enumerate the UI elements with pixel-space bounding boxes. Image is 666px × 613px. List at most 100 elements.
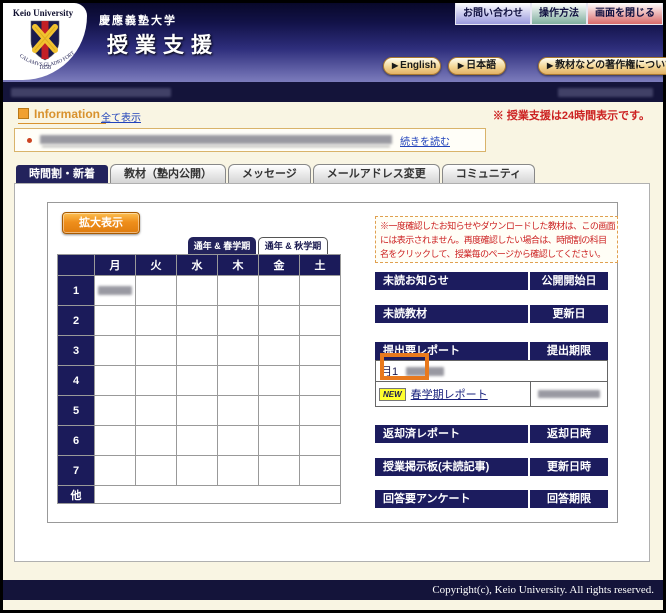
redacted-course-link[interactable] bbox=[98, 286, 132, 295]
empty-cell bbox=[218, 426, 259, 456]
redacted-deadline bbox=[538, 390, 600, 398]
timetable-row: 1 bbox=[58, 276, 341, 306]
other-label: 他 bbox=[58, 486, 95, 504]
triangle-icon: ▶ bbox=[392, 61, 398, 70]
timetable-row: 7 bbox=[58, 456, 341, 486]
empty-cell bbox=[95, 456, 136, 486]
period-label: 3 bbox=[58, 336, 95, 366]
information-heading: Information bbox=[18, 107, 106, 124]
empty-cell bbox=[177, 456, 218, 486]
tab-timetable-new[interactable]: 時間割・新着 bbox=[16, 165, 108, 184]
day-header: 土 bbox=[300, 255, 341, 276]
empty-cell bbox=[300, 276, 341, 306]
empty-cell bbox=[136, 456, 177, 486]
corner-cell bbox=[58, 255, 95, 276]
bullet-icon bbox=[27, 138, 32, 143]
empty-cell bbox=[300, 366, 341, 396]
empty-cell bbox=[259, 396, 300, 426]
empty-cell bbox=[300, 456, 341, 486]
empty-cell bbox=[95, 426, 136, 456]
day-header: 水 bbox=[177, 255, 218, 276]
empty-cell bbox=[177, 396, 218, 426]
triangle-icon: ▶ bbox=[547, 61, 553, 70]
keio-course-support-page: 慶應義塾大学 授業支援 Keio University 1858 CALAMVS… bbox=[0, 0, 666, 613]
report-due-row: NEW 春学期レポート bbox=[375, 381, 608, 407]
redacted-datetime bbox=[558, 88, 653, 97]
japanese-button[interactable]: ▶日本語 bbox=[448, 57, 506, 75]
timetable-row: 3 bbox=[58, 336, 341, 366]
redacted-news-title[interactable] bbox=[40, 135, 392, 146]
empty-cell bbox=[218, 366, 259, 396]
course-cell[interactable] bbox=[95, 276, 136, 306]
other-cell bbox=[95, 486, 341, 504]
empty-cell bbox=[95, 396, 136, 426]
materials-copyright-button[interactable]: ▶教材などの著作権について bbox=[538, 57, 666, 75]
empty-cell bbox=[95, 306, 136, 336]
24h-notice: ※ 授業支援は24時間表示です。 bbox=[493, 107, 650, 123]
period-label: 5 bbox=[58, 396, 95, 426]
period-label: 6 bbox=[58, 426, 95, 456]
tab-community[interactable]: コミュニティ bbox=[442, 164, 535, 184]
confirmation-notice-box: ※一度確認したお知らせやダウンロードした教材は、この画面 には表示されません。再… bbox=[375, 216, 618, 263]
information-item-box: 続きを読む bbox=[14, 128, 486, 152]
page-title: 授業支援 bbox=[107, 29, 219, 59]
weekly-timetable: 月 火 水 木 金 土 1 2 3 4 5 6 bbox=[57, 254, 341, 504]
section-returned-reports: 返却済レポート 返却日時 bbox=[375, 425, 608, 443]
period-label: 4 bbox=[58, 366, 95, 396]
empty-cell bbox=[177, 336, 218, 366]
svg-text:Keio University: Keio University bbox=[13, 8, 74, 18]
empty-cell bbox=[136, 396, 177, 426]
show-all-link[interactable]: 全て表示 bbox=[101, 109, 141, 124]
empty-cell bbox=[259, 276, 300, 306]
semester-tab-spring[interactable]: 通年 & 春学期 bbox=[188, 237, 256, 254]
empty-cell bbox=[218, 456, 259, 486]
empty-cell bbox=[95, 336, 136, 366]
empty-cell bbox=[177, 426, 218, 456]
empty-cell bbox=[136, 276, 177, 306]
empty-cell bbox=[95, 366, 136, 396]
tab-messages[interactable]: メッセージ bbox=[228, 164, 311, 184]
timetable-header-row: 月 火 水 木 金 土 bbox=[58, 255, 341, 276]
close-screen-button[interactable]: 画面を閉じる bbox=[587, 3, 663, 25]
empty-cell bbox=[136, 366, 177, 396]
period-label: 7 bbox=[58, 456, 95, 486]
empty-cell bbox=[177, 366, 218, 396]
section-unread-announcements: 未読お知らせ 公開開始日 bbox=[375, 272, 608, 290]
day-header: 月 bbox=[95, 255, 136, 276]
user-info-bar bbox=[3, 82, 663, 102]
orange-square-icon bbox=[18, 108, 29, 119]
empty-cell bbox=[136, 336, 177, 366]
empty-cell bbox=[177, 306, 218, 336]
timetable-row: 2 bbox=[58, 306, 341, 336]
day-header: 木 bbox=[218, 255, 259, 276]
section-surveys: 回答要アンケート 回答期限 bbox=[375, 490, 608, 508]
notice-line: には表示されません。再度確認したい場合は、時間割の科目 bbox=[380, 233, 613, 247]
tab-materials[interactable]: 教材（塾内公開） bbox=[110, 164, 226, 184]
empty-cell bbox=[218, 306, 259, 336]
empty-cell bbox=[218, 336, 259, 366]
notice-line: ※一度確認したお知らせやダウンロードした教材は、この画面 bbox=[380, 219, 613, 233]
read-more-link[interactable]: 続きを読む bbox=[400, 133, 450, 148]
empty-cell bbox=[300, 306, 341, 336]
empty-cell bbox=[218, 396, 259, 426]
tab-email-change[interactable]: メールアドレス変更 bbox=[313, 164, 440, 184]
enlarge-view-button[interactable]: 拡大表示 bbox=[62, 212, 140, 234]
empty-cell bbox=[300, 426, 341, 456]
period-label: 1 bbox=[58, 276, 95, 306]
day-header: 火 bbox=[136, 255, 177, 276]
semester-tab-fall[interactable]: 通年 & 秋学期 bbox=[258, 237, 328, 254]
empty-cell bbox=[300, 336, 341, 366]
redacted-username bbox=[11, 88, 171, 97]
new-badge: NEW bbox=[379, 388, 406, 401]
annotation-highlight-box bbox=[380, 353, 429, 380]
footer-copyright: Copyright(c), Keio University. All right… bbox=[3, 580, 663, 600]
empty-cell bbox=[136, 306, 177, 336]
empty-cell bbox=[136, 426, 177, 456]
timetable-row: 6 bbox=[58, 426, 341, 456]
how-to-use-button[interactable]: 操作方法 bbox=[531, 3, 587, 25]
english-button[interactable]: ▶English bbox=[383, 57, 441, 75]
empty-cell bbox=[259, 306, 300, 336]
contact-button[interactable]: お問い合わせ bbox=[455, 3, 531, 25]
empty-cell bbox=[259, 456, 300, 486]
spring-report-link[interactable]: 春学期レポート bbox=[411, 386, 488, 402]
